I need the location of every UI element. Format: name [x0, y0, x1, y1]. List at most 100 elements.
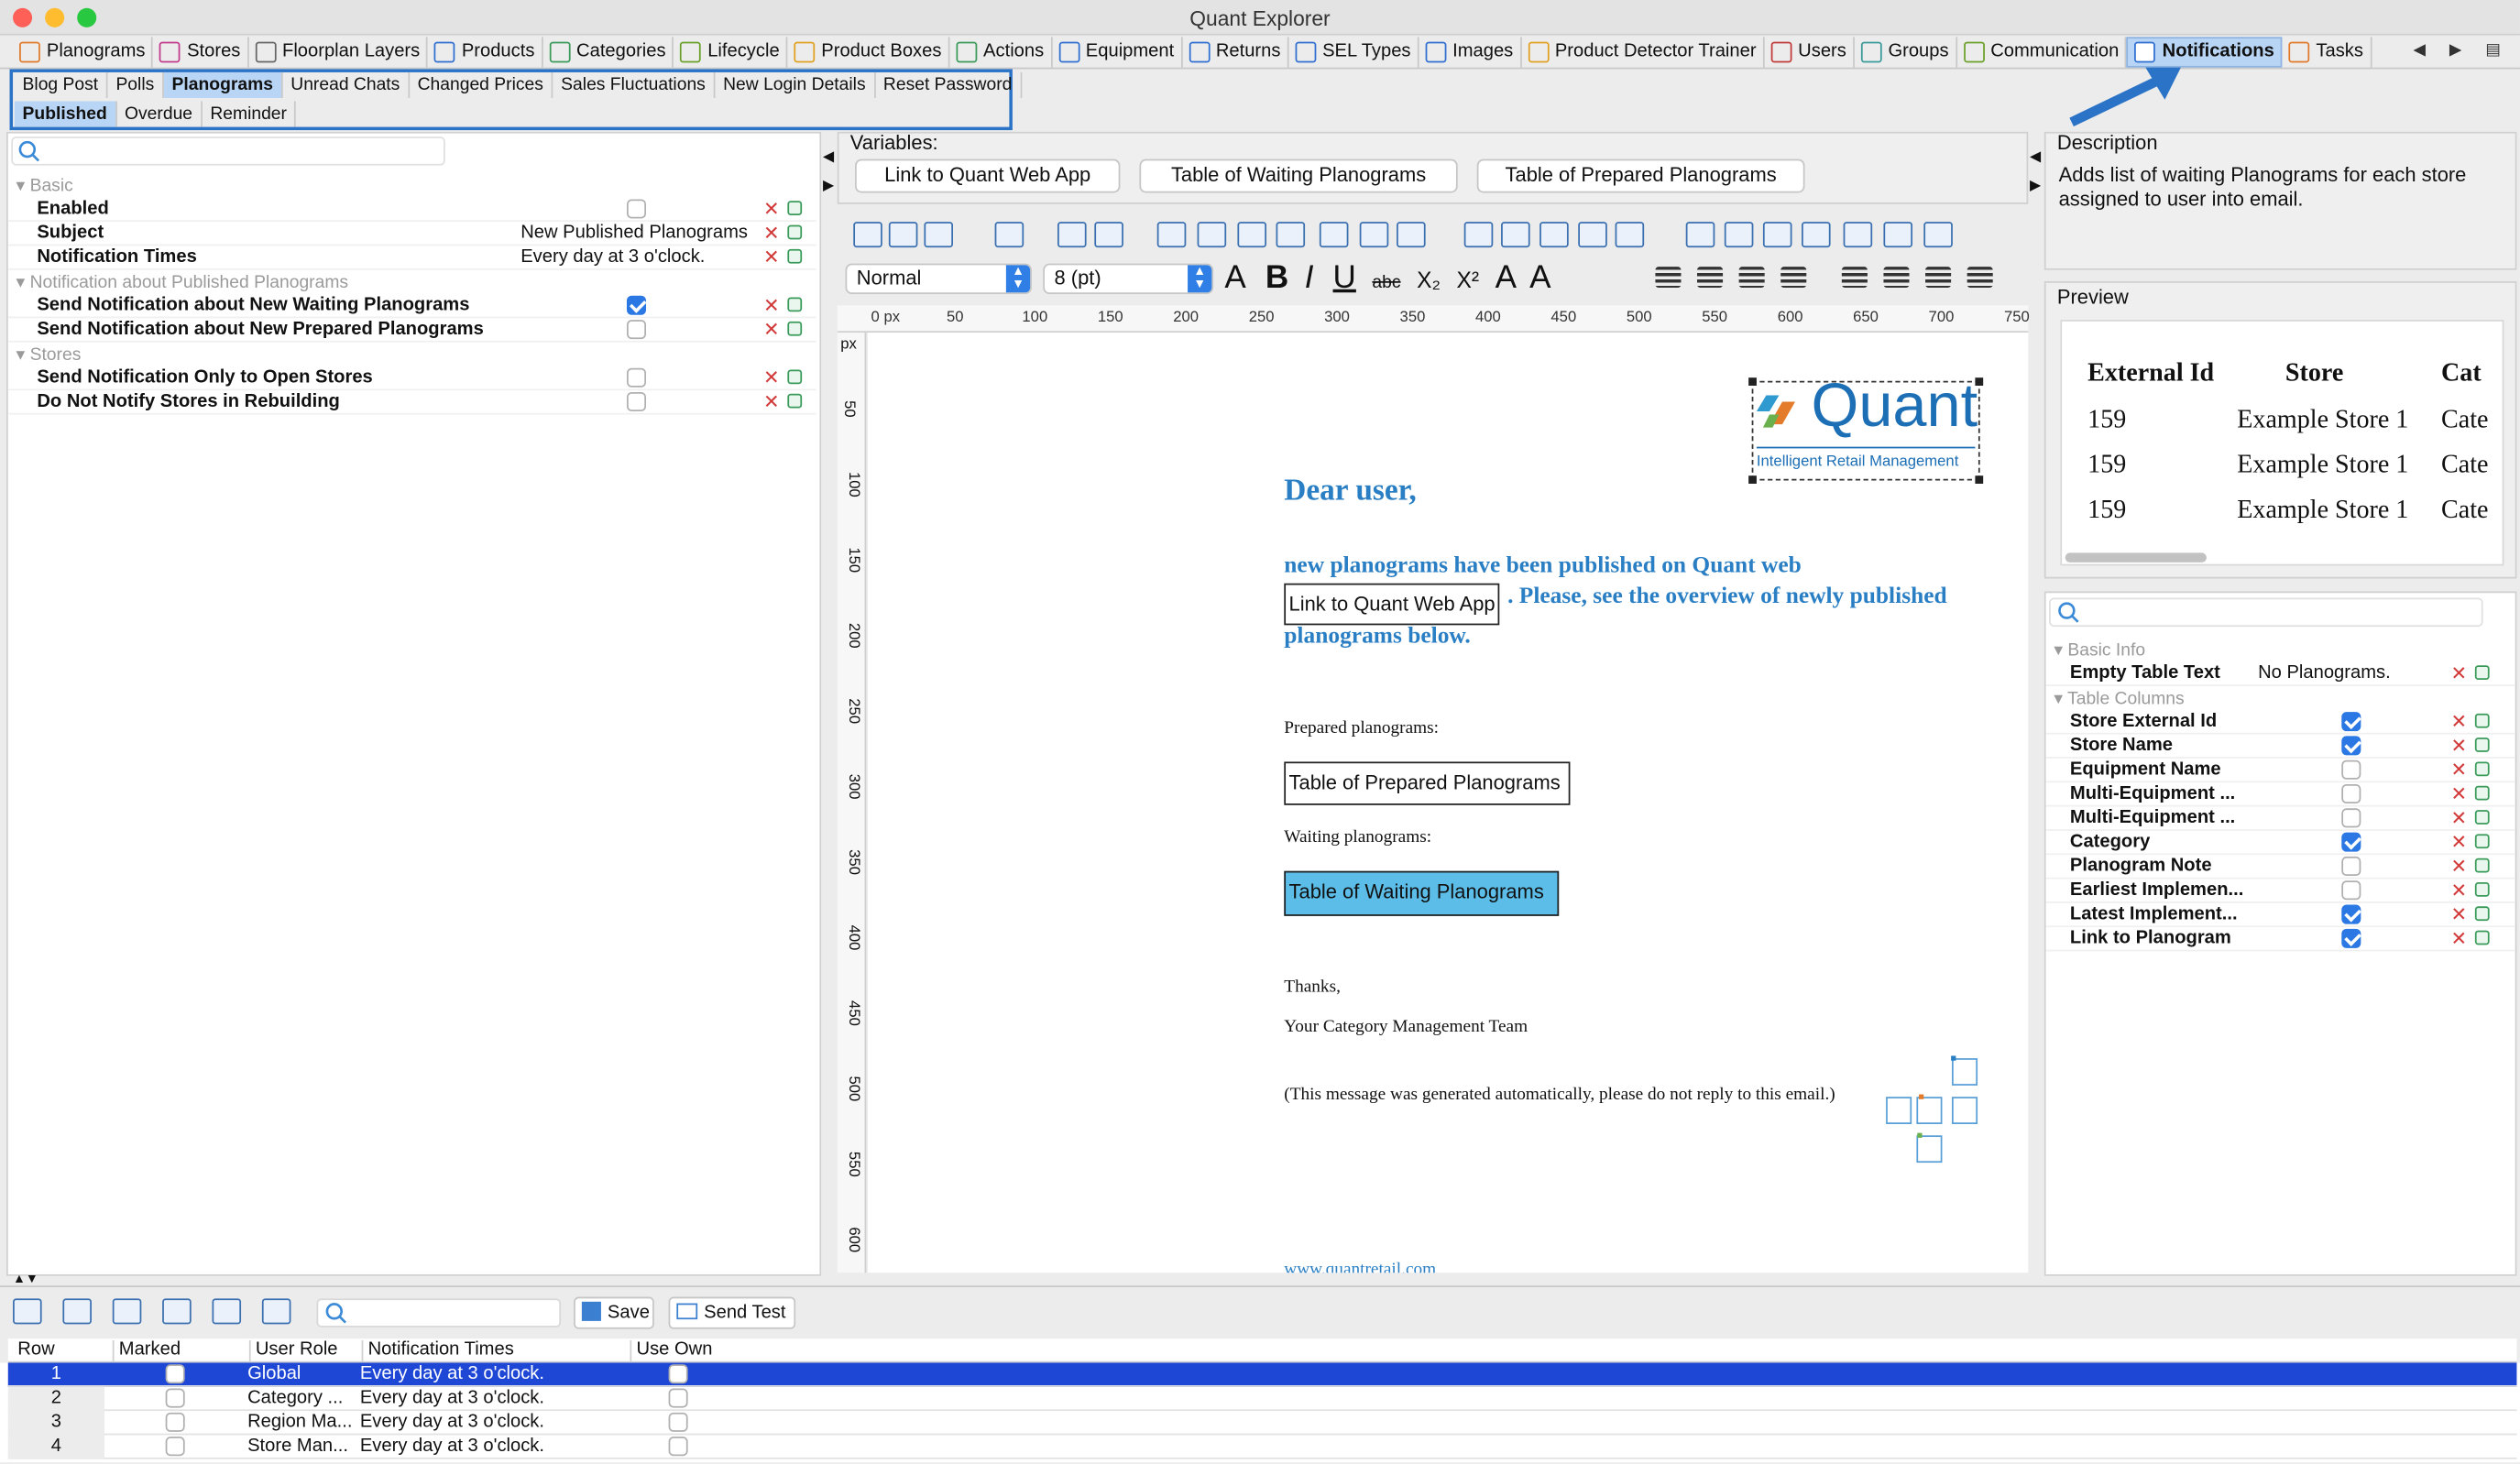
email-editor-canvas[interactable]: Quant Intelligent Retail Management Dear…: [868, 333, 2029, 1273]
check-all-icon[interactable]: [13, 1298, 42, 1325]
column-checkbox[interactable]: [2341, 856, 2361, 876]
redo-icon[interactable]: [1094, 222, 1123, 248]
pilcrow-icon[interactable]: [1843, 222, 1873, 248]
link-variable-block[interactable]: Link to Quant Web App: [1284, 583, 1500, 626]
subsubtab-published[interactable]: Published: [14, 101, 117, 127]
inherit-icon[interactable]: [2474, 737, 2490, 752]
prepared-checkbox[interactable]: [626, 320, 647, 340]
tab-communication[interactable]: Communication: [1956, 36, 2128, 67]
column-row[interactable]: Store External Id ✕: [2045, 710, 2515, 735]
clear-icon[interactable]: ✕: [763, 200, 780, 219]
clear-icon[interactable]: ✕: [763, 296, 780, 315]
inherit-icon[interactable]: [787, 248, 803, 264]
clear-icon[interactable]: ✕: [2451, 784, 2468, 803]
splitter-arrows-right[interactable]: ◀ ▶: [2030, 141, 2041, 199]
rebuild-checkbox[interactable]: [626, 392, 647, 412]
table-split-icon[interactable]: [1762, 222, 1792, 248]
grid-d-icon[interactable]: [1615, 222, 1645, 248]
tab-sel-types[interactable]: SEL Types: [1288, 36, 1419, 67]
tab-lifecycle[interactable]: Lifecycle: [674, 36, 788, 67]
subsubtab-overdue[interactable]: Overdue: [116, 101, 203, 127]
tab-equipment[interactable]: Equipment: [1052, 36, 1183, 67]
grid-b-icon[interactable]: [1539, 222, 1569, 248]
tab-floorplan-layers[interactable]: Floorplan Layers: [248, 36, 429, 67]
image-icon[interactable]: [1463, 222, 1494, 248]
search-input[interactable]: [11, 137, 445, 166]
undo-icon[interactable]: [1057, 222, 1087, 248]
subtab-planograms[interactable]: Planograms: [163, 71, 283, 99]
property-row-rebuild[interactable]: Do Not Notify Stores in Rebuilding ✕: [7, 390, 816, 415]
tab-product-detector-trainer[interactable]: Product Detector Trainer: [1521, 36, 1765, 67]
tab-groups[interactable]: Groups: [1855, 36, 1957, 67]
numbered-list-icon[interactable]: [1925, 267, 1952, 288]
column-checkbox[interactable]: [2341, 904, 2361, 924]
subtab-sales-fluctuations[interactable]: Sales Fluctuations: [553, 71, 716, 99]
paste-icon[interactable]: [924, 222, 954, 248]
marked-checkbox[interactable]: [165, 1388, 185, 1408]
table-props-icon[interactable]: [1685, 222, 1715, 248]
clear-icon[interactable]: ✕: [2451, 905, 2468, 924]
tab-categories[interactable]: Categories: [542, 36, 674, 67]
property-row-waiting[interactable]: Send Notification about New Waiting Plan…: [7, 294, 816, 319]
collapse-arrows[interactable]: ▲▼: [13, 1271, 38, 1285]
property-row-open-only[interactable]: Send Notification Only to Open Stores ✕: [7, 366, 816, 391]
times-value[interactable]: Every day at 3 o'clock.: [520, 246, 705, 269]
align-left-icon[interactable]: [1655, 267, 1682, 288]
table-search-input[interactable]: [2049, 597, 2483, 628]
inherit-icon[interactable]: [2474, 761, 2490, 777]
column-row[interactable]: Link to Planogram ✕: [2045, 927, 2515, 952]
logo-image[interactable]: Quant Intelligent Retail Management: [1748, 373, 1984, 484]
grid-a-icon[interactable]: [1501, 222, 1530, 248]
indent-icon[interactable]: [1883, 267, 1910, 288]
justify-icon[interactable]: [1780, 267, 1807, 288]
align-right-icon[interactable]: [1738, 267, 1765, 288]
preview-scrollbar[interactable]: [2065, 552, 2207, 563]
save-button[interactable]: Save: [574, 1296, 654, 1329]
column-checkbox[interactable]: [2341, 832, 2361, 852]
tab-tasks[interactable]: Tasks: [2283, 36, 2372, 67]
subtab-reset-password[interactable]: Reset Password: [875, 71, 1022, 99]
property-row-subject[interactable]: Subject New Published Planograms ✕: [7, 222, 816, 246]
section-basic[interactable]: ▾ Basic: [8, 175, 73, 198]
inherit-icon[interactable]: [787, 297, 803, 312]
italic-icon[interactable]: I: [1305, 260, 1314, 296]
subtab-polls[interactable]: Polls: [108, 71, 164, 99]
resize-handle[interactable]: [1975, 475, 1984, 484]
column-row[interactable]: Equipment Name ✕: [2045, 759, 2515, 783]
property-row-prepared[interactable]: Send Notification about New Prepared Pla…: [7, 318, 816, 343]
inherit-icon[interactable]: [2474, 834, 2490, 849]
zoom-in-icon[interactable]: [1883, 222, 1913, 248]
table-row[interactable]: 1 Global Every day at 3 o'clock.: [7, 1362, 2517, 1387]
inherit-icon[interactable]: [2474, 810, 2490, 825]
inherit-icon[interactable]: [787, 369, 803, 385]
use-own-checkbox[interactable]: [668, 1412, 688, 1432]
copy-row-icon[interactable]: [62, 1298, 92, 1325]
clear-icon[interactable]: ✕: [763, 320, 780, 339]
cut-icon[interactable]: [888, 222, 918, 248]
resize-handle[interactable]: [1975, 377, 1984, 386]
paragraph-style-select[interactable]: Normal ▲ ▼: [845, 263, 1032, 295]
tab-product-boxes[interactable]: Product Boxes: [787, 36, 950, 67]
marked-checkbox[interactable]: [165, 1412, 185, 1432]
table-cell-icon[interactable]: [1802, 222, 1831, 248]
clear-icon[interactable]: ✕: [2451, 880, 2468, 900]
table-row[interactable]: 2 Category ... Every day at 3 o'clock.: [7, 1386, 2517, 1412]
outdent-icon[interactable]: [1841, 267, 1868, 288]
table-row-icon[interactable]: [1359, 222, 1389, 248]
use-own-checkbox[interactable]: [668, 1437, 688, 1457]
subject-value[interactable]: New Published Planograms: [520, 222, 748, 246]
resize-handle[interactable]: [1748, 475, 1757, 484]
grow-font-icon[interactable]: A: [1496, 260, 1517, 296]
clear-icon[interactable]: ✕: [2451, 663, 2468, 683]
column-checkbox[interactable]: [2341, 808, 2361, 828]
tab-returns[interactable]: Returns: [1182, 36, 1289, 67]
link-icon[interactable]: [1237, 222, 1266, 248]
column-row[interactable]: Planogram Note ✕: [2045, 855, 2515, 879]
subtab-new-login-details[interactable]: New Login Details: [715, 71, 876, 99]
settings-icon[interactable]: [261, 1298, 291, 1325]
table-row[interactable]: 3 Region Ma... Every day at 3 o'clock.: [7, 1411, 2517, 1436]
clear-icon[interactable]: ✕: [2451, 929, 2468, 948]
inherit-icon[interactable]: [2474, 785, 2490, 801]
inherit-icon[interactable]: [787, 393, 803, 409]
section-published[interactable]: ▾ Notification about Published Planogram…: [8, 271, 349, 294]
